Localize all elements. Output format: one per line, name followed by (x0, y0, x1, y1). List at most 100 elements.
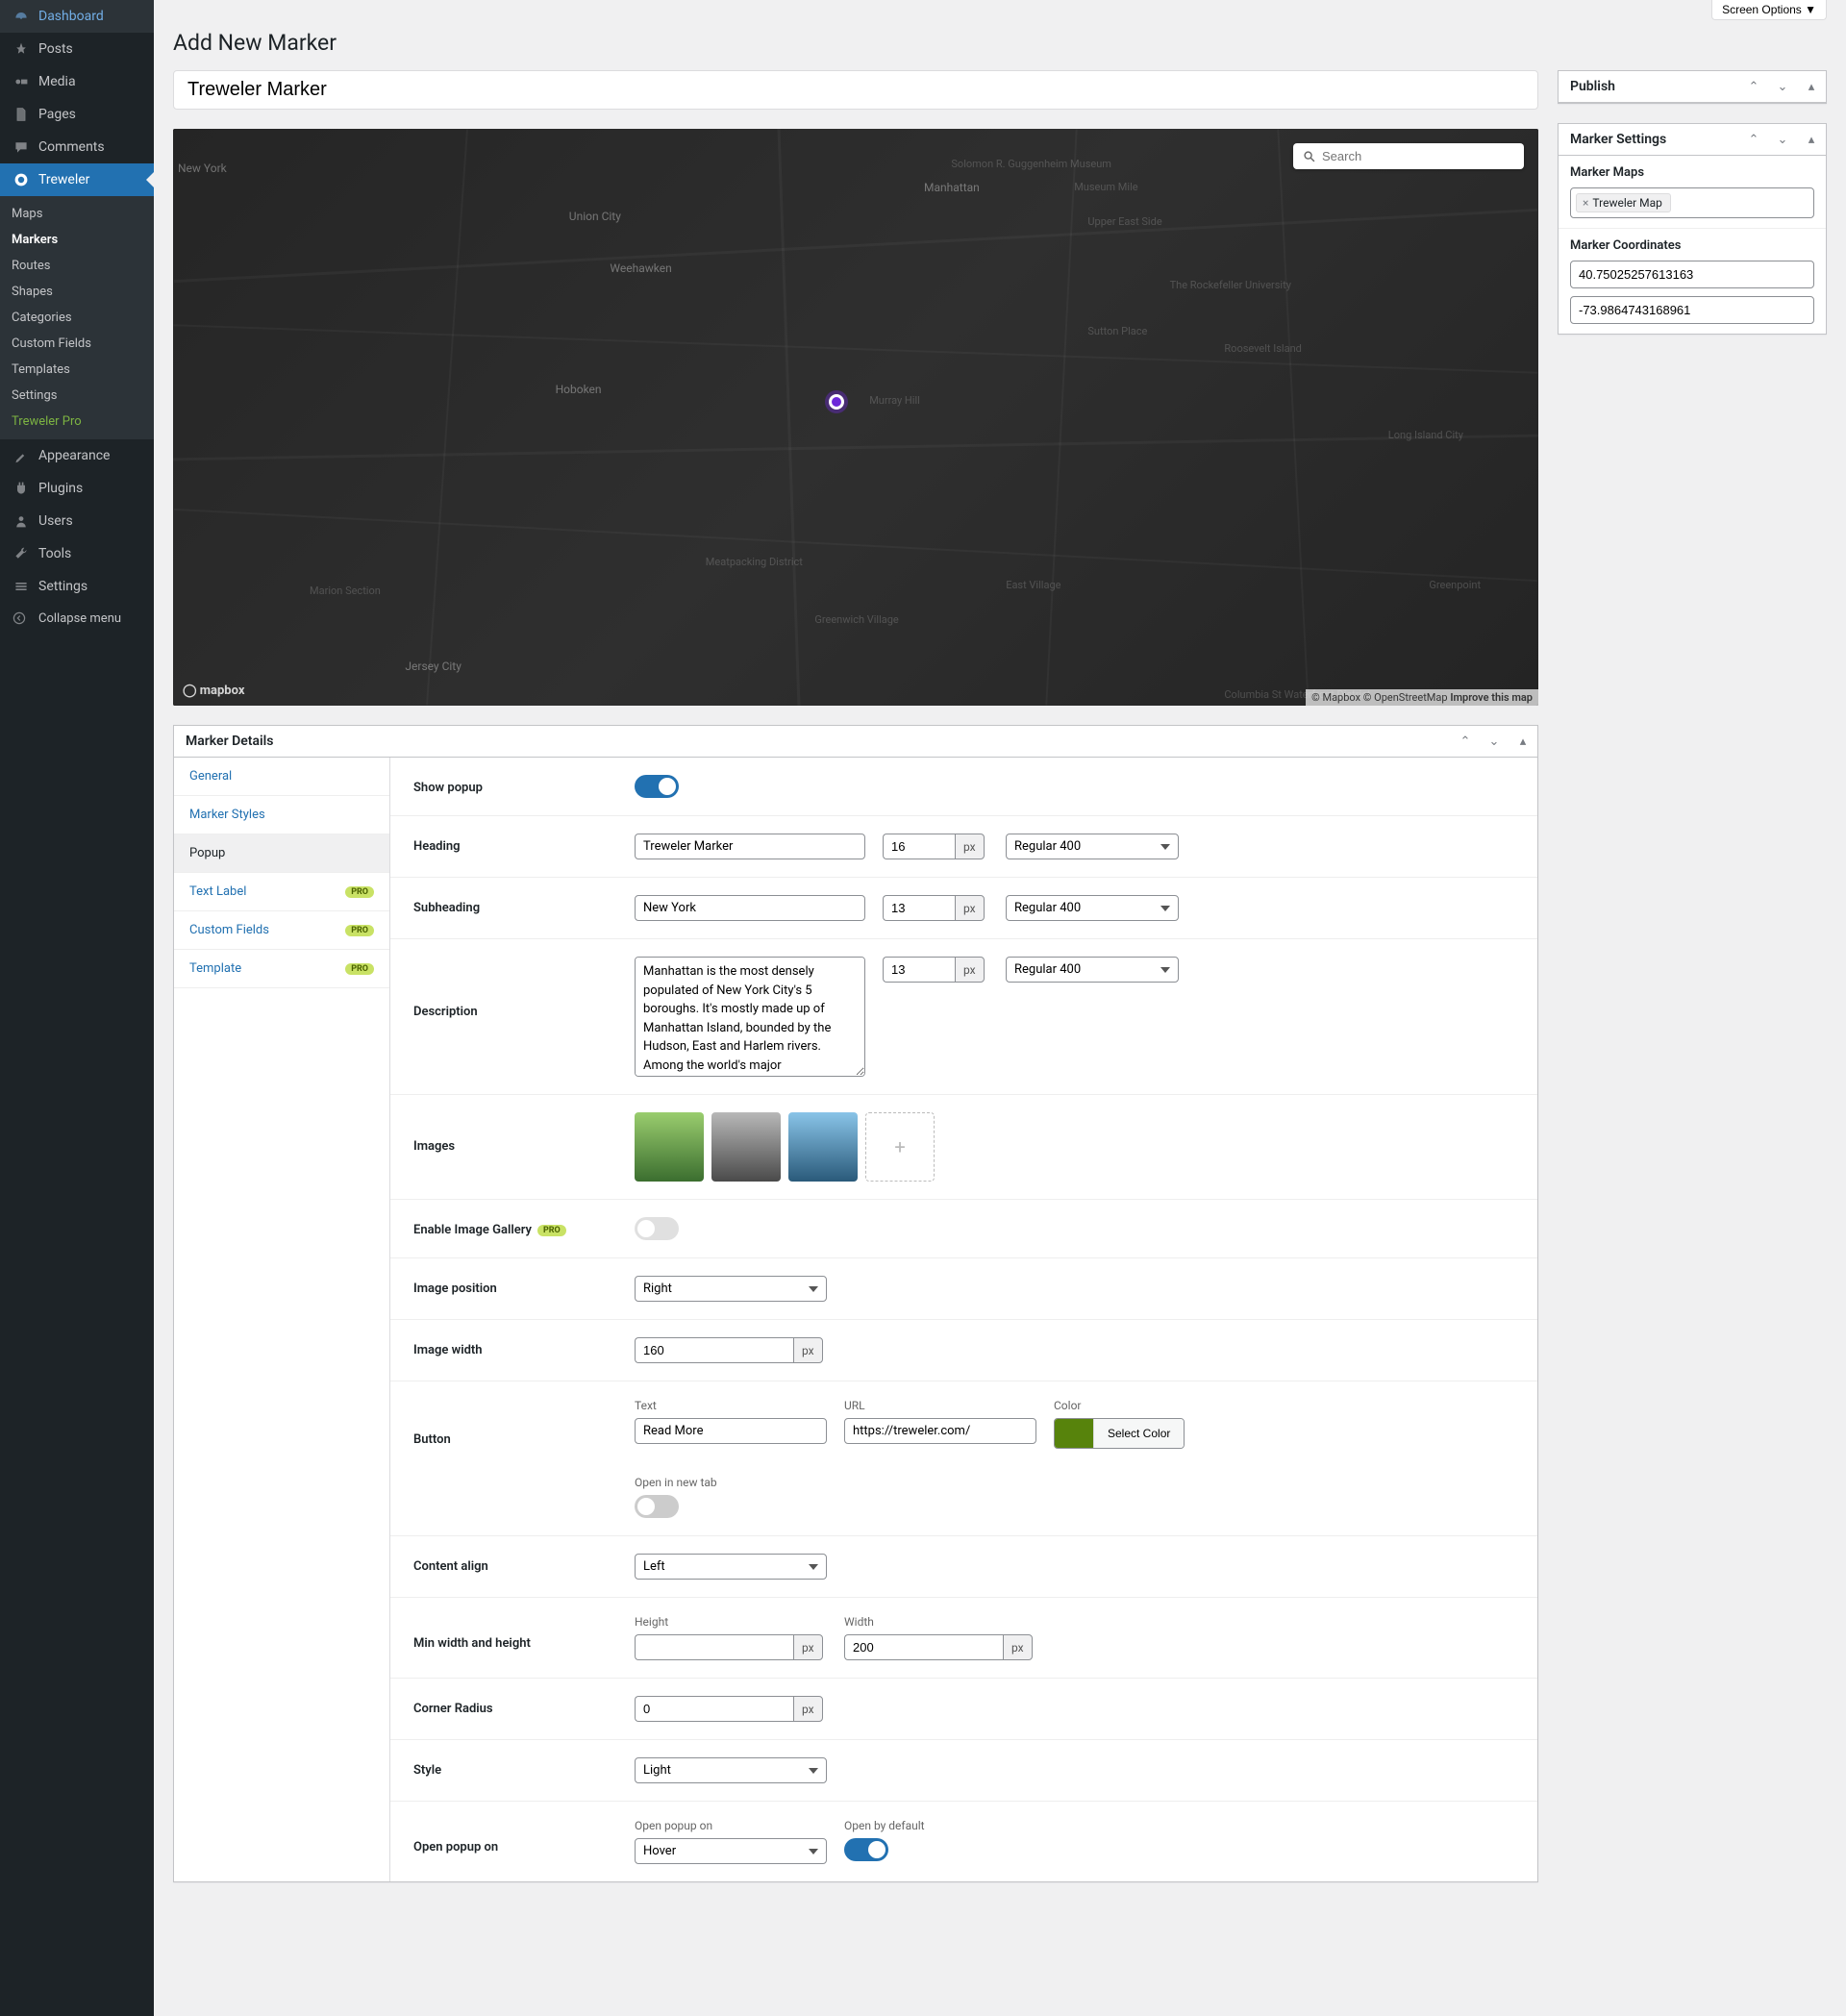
lng-input[interactable] (1570, 296, 1814, 324)
menu-comments[interactable]: Comments (0, 131, 154, 163)
subheading-fontsize-input[interactable] (883, 895, 955, 921)
marker-maps-input[interactable]: × Treweler Map (1570, 187, 1814, 218)
panel-toggle-icon[interactable]: ▴ (1797, 72, 1826, 101)
comment-icon (12, 137, 31, 157)
heading-fontsize-input[interactable] (883, 834, 955, 859)
menu-treweler[interactable]: Treweler (0, 163, 154, 196)
enable-gallery-label: Enable Image Gallery PRO (413, 1217, 635, 1237)
button-url-input[interactable] (844, 1418, 1036, 1444)
heading-weight-select[interactable]: Regular 400 (1006, 834, 1179, 859)
show-popup-label: Show popup (413, 775, 635, 795)
pro-badge: PRO (345, 963, 374, 975)
menu-users[interactable]: Users (0, 505, 154, 537)
description-textarea[interactable]: Manhattan is the most densely populated … (635, 957, 865, 1077)
width-label: Width (844, 1615, 1036, 1629)
submenu-treweler-pro[interactable]: Treweler Pro (0, 409, 154, 435)
corner-radius-input[interactable] (635, 1696, 793, 1722)
menu-dashboard[interactable]: Dashboard (0, 0, 154, 33)
map-search-input[interactable] (1322, 149, 1514, 163)
tab-template[interactable]: TemplatePRO (174, 950, 389, 988)
tag-remove-icon[interactable]: × (1583, 196, 1588, 210)
image-thumb-1[interactable] (635, 1112, 704, 1182)
tab-marker-styles[interactable]: Marker Styles (174, 796, 389, 834)
panel-toggle-icon[interactable]: ▴ (1797, 125, 1826, 154)
tag-label: Treweler Map (1592, 196, 1662, 210)
marker-title-input[interactable] (173, 70, 1538, 110)
submenu-maps[interactable]: Maps (0, 201, 154, 227)
button-newtab-toggle[interactable] (635, 1495, 679, 1518)
min-width-input[interactable] (844, 1634, 1003, 1660)
show-popup-toggle[interactable] (635, 775, 679, 798)
tab-general[interactable]: General (174, 758, 389, 796)
submenu-settings[interactable]: Settings (0, 383, 154, 409)
description-weight-select[interactable]: Regular 400 (1006, 957, 1179, 983)
submenu-markers[interactable]: Markers (0, 227, 154, 253)
brush-icon (12, 446, 31, 465)
plug-icon (12, 479, 31, 498)
map-pin-icon (12, 170, 31, 189)
publish-box: Publish ⌃ ⌄ ▴ (1558, 70, 1827, 104)
search-icon (1303, 150, 1316, 163)
pro-badge: PRO (537, 1225, 566, 1236)
subheading-weight-select[interactable]: Regular 400 (1006, 895, 1179, 921)
heading-input[interactable] (635, 834, 865, 859)
px-unit: px (955, 957, 985, 983)
select-color-button[interactable]: Select Color (1093, 1419, 1184, 1448)
panel-toggle-icon[interactable]: ▴ (1509, 727, 1537, 756)
submenu-templates[interactable]: Templates (0, 357, 154, 383)
map-marker-pin[interactable] (829, 394, 844, 410)
submenu-shapes[interactable]: Shapes (0, 279, 154, 305)
panel-down-icon[interactable]: ⌄ (1480, 727, 1509, 756)
submenu-custom-fields[interactable]: Custom Fields (0, 331, 154, 357)
image-thumb-2[interactable] (711, 1112, 781, 1182)
tab-popup[interactable]: Popup (174, 834, 389, 873)
subheading-input[interactable] (635, 895, 865, 921)
menu-label: Posts (38, 40, 73, 58)
map-improve-link[interactable]: Improve this map (1450, 691, 1533, 704)
panel-up-icon[interactable]: ⌃ (1451, 727, 1480, 756)
style-select[interactable]: Light (635, 1757, 827, 1783)
menu-pages[interactable]: Pages (0, 98, 154, 131)
open-default-toggle[interactable] (844, 1838, 888, 1861)
menu-plugins[interactable]: Plugins (0, 472, 154, 505)
map-attr-mapbox[interactable]: © Mapbox (1311, 691, 1360, 704)
px-unit: px (955, 895, 985, 921)
color-swatch[interactable] (1055, 1419, 1093, 1448)
menu-settings[interactable]: Settings (0, 570, 154, 603)
panel-down-icon[interactable]: ⌄ (1768, 72, 1797, 101)
menu-media[interactable]: Media (0, 65, 154, 98)
collapse-icon (12, 610, 31, 626)
map-canvas[interactable]: New York Union City Manhattan Solomon R.… (173, 129, 1538, 706)
submenu-routes[interactable]: Routes (0, 253, 154, 279)
pro-badge: PRO (345, 886, 374, 898)
description-fontsize-input[interactable] (883, 957, 955, 983)
panel-up-icon[interactable]: ⌃ (1739, 125, 1768, 154)
px-unit: px (793, 1634, 823, 1660)
minwh-label: Min width and height (413, 1615, 635, 1651)
collapse-menu-button[interactable]: Collapse menu (0, 603, 154, 634)
button-text-input[interactable] (635, 1418, 827, 1444)
submenu-categories[interactable]: Categories (0, 305, 154, 331)
content-align-select[interactable]: Left (635, 1554, 827, 1580)
menu-posts[interactable]: Posts (0, 33, 154, 65)
map-attr-osm[interactable]: © OpenStreetMap (1363, 691, 1448, 704)
map-street-label: Roosevelt Island (1224, 342, 1301, 355)
panel-down-icon[interactable]: ⌄ (1768, 125, 1797, 154)
image-thumb-3[interactable] (788, 1112, 858, 1182)
image-add-button[interactable]: + (865, 1112, 935, 1182)
min-height-input[interactable] (635, 1634, 793, 1660)
tab-text-label[interactable]: Text LabelPRO (174, 873, 389, 911)
wrench-icon (12, 544, 31, 563)
media-icon (12, 72, 31, 91)
image-width-input[interactable] (635, 1337, 793, 1363)
menu-tools[interactable]: Tools (0, 537, 154, 570)
panel-up-icon[interactable]: ⌃ (1739, 72, 1768, 101)
map-street-label: Hoboken (556, 383, 602, 396)
marker-details-box: Marker Details ⌃ ⌄ ▴ General Marker Styl… (173, 725, 1538, 1882)
screen-options-button[interactable]: Screen Options ▼ (1711, 0, 1827, 20)
open-popup-select[interactable]: Hover (635, 1838, 827, 1864)
tab-custom-fields[interactable]: Custom FieldsPRO (174, 911, 389, 950)
lat-input[interactable] (1570, 261, 1814, 288)
menu-appearance[interactable]: Appearance (0, 439, 154, 472)
image-position-select[interactable]: Right (635, 1276, 827, 1302)
